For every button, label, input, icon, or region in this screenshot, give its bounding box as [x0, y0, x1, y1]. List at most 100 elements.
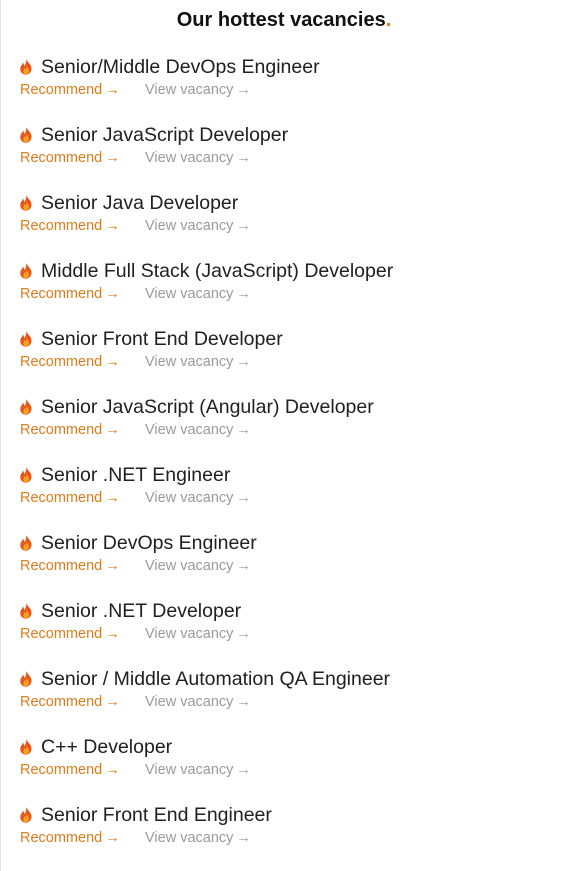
vacancy-title: Senior .NET Developer [41, 599, 242, 622]
vacancy-title-row: Senior / Middle Automation QA Engineer [18, 667, 558, 691]
vacancy-list: Senior/Middle DevOps Engineer Recommend →… [18, 55, 558, 871]
recommend-link[interactable]: Recommend → [20, 762, 145, 780]
view-vacancy-link[interactable]: View vacancy → [145, 558, 251, 576]
view-vacancy-label: View vacancy [145, 354, 234, 370]
vacancy-actions: Recommend → View vacancy → [18, 150, 558, 168]
fire-icon [20, 602, 32, 619]
vacancy-title: Senior/Middle DevOps Engineer [41, 55, 320, 78]
view-vacancy-link[interactable]: View vacancy → [145, 354, 251, 372]
vacancy-item: Senior .NET Developer Recommend → View va… [18, 599, 558, 667]
view-vacancy-link[interactable]: View vacancy → [145, 694, 251, 712]
fire-icon [20, 262, 32, 279]
vacancy-title: Senior Front End Engineer [41, 803, 272, 826]
vacancy-title-row: Senior Front End Developer [18, 327, 558, 351]
vacancy-actions: Recommend → View vacancy → [18, 694, 558, 712]
view-vacancy-label: View vacancy [145, 150, 234, 166]
page-title-dot: . [385, 9, 392, 31]
recommend-link[interactable]: Recommend → [20, 694, 145, 712]
recommend-label: Recommend [20, 830, 103, 846]
recommend-link[interactable]: Recommend → [20, 354, 145, 372]
vacancy-title: Senior DevOps Engineer [41, 531, 257, 554]
view-vacancy-link[interactable]: View vacancy → [145, 762, 251, 780]
view-vacancy-link[interactable]: View vacancy → [145, 218, 251, 236]
view-vacancy-label: View vacancy [145, 82, 234, 98]
arrow-right-icon: → [105, 150, 120, 166]
view-vacancy-label: View vacancy [145, 422, 234, 438]
view-vacancy-link[interactable]: View vacancy → [145, 150, 251, 168]
vacancy-title: Senior JavaScript (Angular) Developer [41, 395, 374, 418]
arrow-right-icon: → [105, 830, 120, 846]
view-vacancy-link[interactable]: View vacancy → [145, 422, 251, 440]
arrow-right-icon: → [236, 286, 251, 302]
vacancy-title-row: C++ Developer [18, 735, 558, 759]
recommend-link[interactable]: Recommend → [20, 490, 145, 508]
arrow-right-icon: → [105, 626, 120, 642]
vacancy-actions: Recommend → View vacancy → [18, 490, 558, 508]
arrow-right-icon: → [105, 694, 120, 710]
view-vacancy-label: View vacancy [145, 490, 234, 506]
recommend-label: Recommend [20, 558, 103, 574]
view-vacancy-link[interactable]: View vacancy → [145, 626, 251, 644]
arrow-right-icon: → [236, 762, 251, 778]
view-vacancy-label: View vacancy [145, 558, 234, 574]
vacancy-title-row: Senior JavaScript Developer [18, 123, 558, 147]
fire-icon [20, 330, 32, 347]
recommend-link[interactable]: Recommend → [20, 830, 145, 848]
view-vacancy-link[interactable]: View vacancy → [145, 830, 251, 848]
recommend-label: Recommend [20, 762, 103, 778]
vacancy-actions: Recommend → View vacancy → [18, 82, 558, 100]
page-title: Our hottest vacancies. [0, 9, 568, 32]
vacancy-title-row: Senior JavaScript (Angular) Developer [18, 395, 558, 419]
recommend-link[interactable]: Recommend → [20, 422, 145, 440]
recommend-link[interactable]: Recommend → [20, 558, 145, 576]
vacancy-title-row: Senior Front End Engineer [18, 803, 558, 827]
fire-icon [20, 58, 32, 75]
vacancy-actions: Recommend → View vacancy → [18, 286, 558, 304]
recommend-link[interactable]: Recommend → [20, 150, 145, 168]
arrow-right-icon: → [236, 218, 251, 234]
vacancy-title-row: Middle Full Stack (JavaScript) Developer [18, 259, 558, 283]
vacancy-title: C++ Developer [41, 735, 173, 758]
recommend-link[interactable]: Recommend → [20, 218, 145, 236]
fire-icon [20, 466, 32, 483]
vacancy-item: C++ Developer Recommend → View vacancy → [18, 735, 558, 803]
arrow-right-icon: → [105, 218, 120, 234]
view-vacancy-label: View vacancy [145, 626, 234, 642]
view-vacancy-link[interactable]: View vacancy → [145, 490, 251, 508]
view-vacancy-label: View vacancy [145, 694, 234, 710]
vacancy-title-row: Senior/Middle DevOps Engineer [18, 55, 558, 79]
arrow-right-icon: → [105, 558, 120, 574]
vacancy-title: Senior Front End Developer [41, 327, 283, 350]
vacancy-title-row: Senior .NET Developer [18, 599, 558, 623]
arrow-right-icon: → [236, 490, 251, 506]
arrow-right-icon: → [105, 490, 120, 506]
arrow-right-icon: → [236, 558, 251, 574]
fire-icon [20, 738, 32, 755]
arrow-right-icon: → [105, 422, 120, 438]
vacancy-title: Middle Full Stack (JavaScript) Developer [41, 259, 394, 282]
view-vacancy-link[interactable]: View vacancy → [145, 286, 251, 304]
view-vacancy-label: View vacancy [145, 830, 234, 846]
vacancy-actions: Recommend → View vacancy → [18, 218, 558, 236]
vacancy-title: Senior / Middle Automation QA Engineer [41, 667, 391, 690]
fire-icon [20, 398, 32, 415]
recommend-link[interactable]: Recommend → [20, 82, 145, 100]
recommend-label: Recommend [20, 694, 103, 710]
view-vacancy-link[interactable]: View vacancy → [145, 82, 251, 100]
vacancy-actions: Recommend → View vacancy → [18, 626, 558, 644]
vacancy-item: Senior JavaScript Developer Recommend → V… [18, 123, 558, 191]
vacancy-item: Middle Full Stack (JavaScript) Developer… [18, 259, 558, 327]
vacancy-title-row: Senior Java Developer [18, 191, 558, 215]
vacancy-item: Senior .NET Engineer Recommend → View vac… [18, 463, 558, 531]
vacancy-item: Senior Front End Developer Recommend → Vi… [18, 327, 558, 395]
view-vacancy-label: View vacancy [145, 762, 234, 778]
vacancy-actions: Recommend → View vacancy → [18, 762, 558, 780]
fire-icon [20, 126, 32, 143]
recommend-link[interactable]: Recommend → [20, 626, 145, 644]
vacancy-title: Senior .NET Engineer [41, 463, 231, 486]
vacancy-title-row: Senior .NET Engineer [18, 463, 558, 487]
recommend-link[interactable]: Recommend → [20, 286, 145, 304]
recommend-label: Recommend [20, 82, 103, 98]
vacancy-item: Senior/Middle DevOps Engineer Recommend →… [18, 55, 558, 123]
vacancy-title-row: Senior DevOps Engineer [18, 531, 558, 555]
